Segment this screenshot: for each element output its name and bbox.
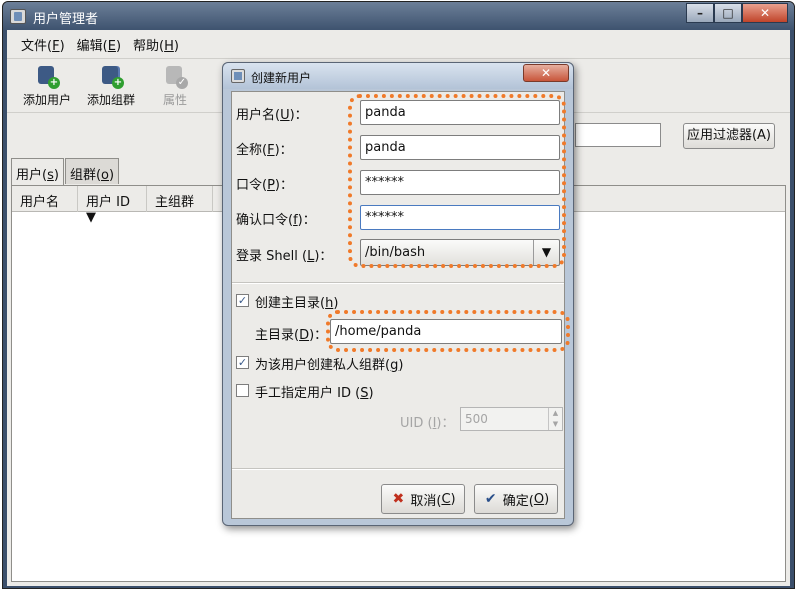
dialog-close-button[interactable]: ✕ <box>523 64 569 82</box>
login-shell-label: 登录 Shell (L)： <box>236 249 333 264</box>
apply-filter-button[interactable]: 应用过滤器(A) <box>683 123 775 149</box>
dialog-icon <box>231 69 245 83</box>
separator-bottom <box>232 468 564 470</box>
add-user-icon: + <box>36 66 60 89</box>
add-user-button[interactable]: + 添加用户 <box>15 59 79 110</box>
uid-label: UID (I)： <box>400 416 455 431</box>
filter-input[interactable] <box>575 123 661 147</box>
password-field[interactable]: ****** <box>360 170 560 195</box>
properties-label: 属性 <box>162 93 187 107</box>
menu-edit-tail: ) <box>115 39 122 54</box>
tab-users-label: 用户( <box>16 168 48 183</box>
chevron-down-icon[interactable]: ▼ <box>533 240 559 265</box>
create-user-dialog: 创建新用户 ✕ 用户名(U)： panda 全称(F)： panda 口令(P)… <box>222 62 574 526</box>
tab-users[interactable]: 用户(s) <box>11 158 64 185</box>
properties-icon: ✓ <box>164 66 188 89</box>
close-button[interactable]: ✕ <box>742 3 788 23</box>
add-group-icon: + <box>100 66 124 89</box>
dialog-title: 创建新用户 <box>251 71 312 85</box>
menu-edit-label: 编辑( <box>76 39 108 54</box>
app-icon <box>10 9 26 24</box>
username-label: 用户名(U)： <box>236 108 308 123</box>
dialog-body: 用户名(U)： panda 全称(F)： panda 口令(P)： ******… <box>231 91 565 519</box>
manual-uid-label: 手工指定用户 ID (S) <box>255 386 374 401</box>
login-shell-combo[interactable]: /bin/bash ▼ <box>360 239 560 266</box>
tab-users-key: s <box>47 168 54 183</box>
tab-groups[interactable]: 组群(o) <box>64 158 120 184</box>
menu-file-label: 文件( <box>21 39 53 54</box>
password-label: 口令(P)： <box>236 178 293 193</box>
tab-groups-label: 组群( <box>69 168 102 183</box>
manual-uid-checkbox[interactable] <box>236 384 249 397</box>
confirm-password-label: 确认口令(f)： <box>236 213 316 228</box>
add-group-button[interactable]: + 添加组群 <box>79 59 143 110</box>
private-group-checkbox[interactable]: ✓ <box>236 356 249 369</box>
home-dir-field[interactable]: /home/panda <box>330 319 562 344</box>
tab-groups-key: o <box>101 168 109 183</box>
private-group-label: 为该用户创建私人组群(g) <box>255 358 404 373</box>
tabs: 用户(s) 组群(o) <box>11 158 120 185</box>
dialog-titlebar[interactable]: 创建新用户 ✕ <box>223 63 573 89</box>
ok-check-icon: ✔ <box>484 491 497 507</box>
menubar: 文件(F) 编辑(E) 帮助(H) <box>7 30 790 56</box>
add-user-label: 添加用户 <box>22 93 71 107</box>
properties-button[interactable]: ✓ 属性 <box>143 59 207 110</box>
menu-edit[interactable]: 编辑(E) <box>73 30 129 56</box>
menu-file-key: F <box>52 39 60 54</box>
column-primary-group[interactable]: 主组群 <box>147 186 213 212</box>
add-group-label: 添加组群 <box>86 93 135 107</box>
menu-help-key: H <box>164 39 174 54</box>
window-controls: – □ ✕ <box>686 3 788 23</box>
home-dir-label: 主目录(D)： <box>255 328 328 343</box>
spinner-arrows-icon[interactable]: ▲ ▼ <box>548 408 562 430</box>
fullname-label: 全称(F)： <box>236 143 293 158</box>
create-home-checkbox[interactable]: ✓ <box>236 294 249 307</box>
ok-button[interactable]: ✔ 确定(O) <box>474 484 558 514</box>
tab-groups-tail: ) <box>108 168 115 183</box>
maximize-button[interactable]: □ <box>714 3 742 23</box>
tab-users-tail: ) <box>53 168 59 183</box>
menu-file-tail: ) <box>59 39 65 54</box>
cancel-button[interactable]: ✖ 取消(C) <box>381 484 465 514</box>
column-username[interactable]: 用户名 <box>12 186 78 212</box>
menu-file[interactable]: 文件(F) <box>17 30 73 56</box>
cancel-icon: ✖ <box>392 491 405 507</box>
menu-help-tail: ) <box>173 39 179 54</box>
menu-edit-key: E <box>107 39 116 54</box>
menu-help[interactable]: 帮助(H) <box>129 30 187 56</box>
fullname-field[interactable]: panda <box>360 135 560 160</box>
uid-value: 500 <box>465 412 488 426</box>
window-title: 用户管理者 <box>33 12 99 27</box>
window-titlebar[interactable]: 用户管理者 – □ ✕ <box>3 2 794 30</box>
login-shell-value: /bin/bash <box>365 245 426 260</box>
create-home-label: 创建主目录(h) <box>255 296 339 311</box>
menu-help-label: 帮助( <box>133 39 165 54</box>
uid-spinner[interactable]: 500 ▲ ▼ <box>460 407 563 431</box>
confirm-password-field[interactable]: ****** <box>360 205 560 230</box>
username-field[interactable]: panda <box>360 100 560 125</box>
separator <box>232 282 564 284</box>
column-user-id[interactable]: 用户 ID ▼ <box>78 186 147 225</box>
minimize-button[interactable]: – <box>686 3 714 23</box>
